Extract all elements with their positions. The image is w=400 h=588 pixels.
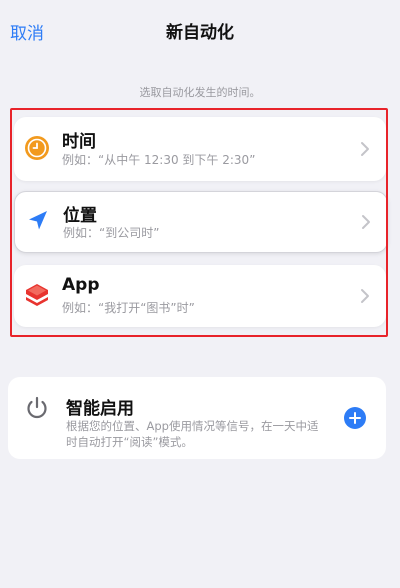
trigger-location-example: 例如：“到公司时” <box>63 226 160 240</box>
trigger-app-card[interactable]: App 例如：“我打开“图书”时” <box>14 265 386 327</box>
app-layers-icon <box>26 284 48 306</box>
trigger-time-title: 时间 <box>62 132 96 152</box>
trigger-app-example: 例如：“我打开“图书”时” <box>62 301 195 315</box>
trigger-location-title: 位置 <box>63 206 97 226</box>
smart-enable-description: 根据您的位置、App使用情况等信号，在一天中适时自动打开“阅读”模式。 <box>66 419 319 449</box>
trigger-time-example: 例如：“从中午 12:30 到下午 2:30” <box>62 153 256 167</box>
smart-enable-title: 智能启用 <box>66 399 134 419</box>
trigger-location-card[interactable]: 位置 例如：“到公司时” <box>14 191 388 253</box>
instruction-text: 选取自动化发生的时间。 <box>139 86 261 99</box>
chevron-right-icon <box>362 215 370 229</box>
add-button[interactable] <box>344 407 366 429</box>
trigger-time-card[interactable]: 时间 例如：“从中午 12:30 到下午 2:30” <box>14 117 386 181</box>
power-icon <box>27 396 47 419</box>
smart-enable-card: 智能启用 根据您的位置、App使用情况等信号，在一天中适时自动打开“阅读”模式。 <box>8 377 386 459</box>
chevron-right-icon <box>361 289 369 303</box>
chevron-right-icon <box>361 142 369 156</box>
page-title: 新自动化 <box>166 23 234 43</box>
trigger-app-title: App <box>62 275 100 295</box>
clock-icon <box>25 136 49 160</box>
new-automation-screen: 取消 新自动化 选取自动化发生的时间。 时间 例如：“从中午 12:30 到下午… <box>0 0 400 588</box>
location-arrow-icon <box>29 211 47 230</box>
navigation-bar: 取消 新自动化 <box>0 0 400 64</box>
